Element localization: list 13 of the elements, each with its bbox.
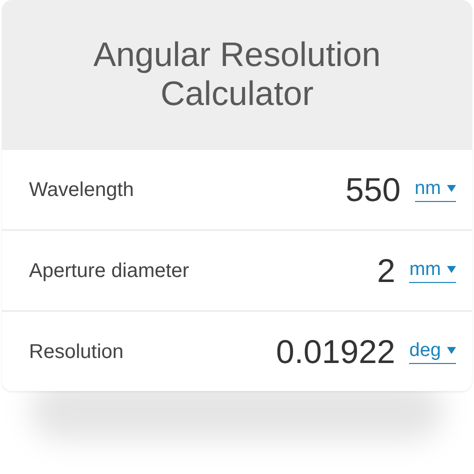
unit-dropdown[interactable]: deg: [409, 340, 456, 364]
unit-dropdown[interactable]: nm: [414, 178, 456, 202]
caret-icon: [447, 185, 456, 192]
calculator-title: Angular Resolution Calculator: [92, 35, 382, 115]
field-label: Wavelength: [29, 178, 135, 202]
caret-icon: [447, 347, 456, 354]
caret-icon: [447, 266, 456, 273]
value-input[interactable]: 550: [346, 164, 401, 214]
field-label: Resolution: [29, 340, 125, 364]
field-label: Aperture diameter: [29, 258, 190, 284]
value-input[interactable]: 2: [376, 246, 396, 296]
value-input[interactable]: 0.01922: [276, 326, 396, 376]
unit-dropdown[interactable]: mm: [409, 258, 456, 282]
